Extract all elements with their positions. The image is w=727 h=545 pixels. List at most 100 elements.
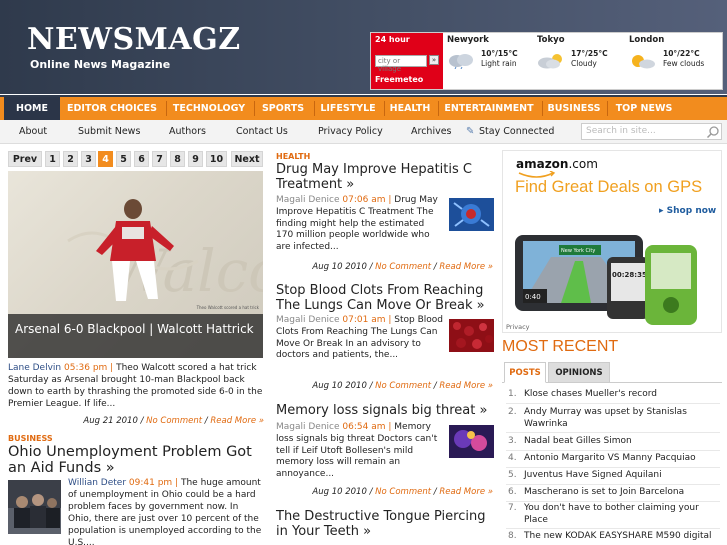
list-item[interactable]: 7. You don't have to bother claiming your… [508,502,720,526]
nav-home[interactable]: HOME [4,97,60,120]
article-title[interactable]: Drug May Improve Hepatitis C Treatment » [276,162,496,192]
article-thumbnail[interactable] [8,480,61,534]
post-footer: Aug 21 2010 / No Comment / Read More » [83,416,264,426]
list-item[interactable]: 6. Mascherano is set to Join Barcelona [508,486,720,498]
tab-posts[interactable]: POSTS [504,362,546,383]
read-more-link[interactable]: Read More » [439,262,493,272]
post-time: 07:06 am [342,195,386,205]
list-item-number: 8. [508,531,517,541]
nav-divider [438,101,439,116]
pager-page[interactable]: 2 [63,151,78,167]
author-name[interactable]: Magali Denice [276,315,340,325]
nav-business[interactable]: BUSINESS [546,97,602,120]
comments-link[interactable]: No Comment [375,487,431,497]
list-item-number: 5. [508,470,517,480]
nav2-privacy-policy[interactable]: Privacy Policy [318,120,383,143]
pager-page[interactable]: 9 [188,151,203,167]
nav2-authors[interactable]: Authors [169,120,206,143]
list-item-number: 2. [508,407,517,417]
list-divider [506,467,720,468]
weather-city-name: Tokyo [537,35,565,45]
article-title[interactable]: The Destructive Tongue Piercing in Your … [276,509,496,539]
list-item-number: 6. [508,487,517,497]
weather-condition: Light rain [481,59,517,68]
list-item[interactable]: 3. Nadal beat Gilles Simon [508,435,720,447]
pager-page[interactable]: 7 [152,151,167,167]
pager-prev[interactable]: Prev [8,151,42,167]
weather-brand[interactable]: Freemeteo [375,75,423,84]
pager-page[interactable]: 6 [134,151,149,167]
ad-brand-suffix: .com [568,157,598,171]
article-thumbnail[interactable] [449,319,494,352]
article-excerpt: Magali Denice 07:01 am | Stop Blood Clot… [276,315,444,362]
article-thumbnail[interactable] [449,198,494,231]
author-link[interactable]: Willian Deter [68,478,126,488]
read-more-link[interactable]: Read More » [439,487,493,497]
list-item[interactable]: 8. The new KODAK EASYSHARE M590 digital [508,530,720,542]
article-title[interactable]: Ohio Unemployment Problem Got an Aid Fun… [8,444,268,476]
category-label[interactable]: HEALTH [276,152,310,161]
pager-page[interactable]: 10 [206,151,227,167]
nav-lifestyle[interactable]: LIFESTYLE [318,97,378,120]
amazon-logo: amazon.com [516,157,598,171]
amazon-ad[interactable]: amazon.com Find Great Deals on GPS ▸ Sho… [502,150,722,333]
list-item[interactable]: 5. Juventus Have Signed Aquilani [508,469,720,481]
site-logo[interactable]: NEWSMAGZ [27,22,241,57]
article-title[interactable]: Memory loss signals big threat » [276,403,496,418]
article-title[interactable]: Stop Blood Clots From Reaching The Lungs… [276,283,496,313]
read-more-link[interactable]: Read More » [210,416,264,426]
list-item[interactable]: 1. Klose chases Mueller's record [508,388,720,400]
pager-next[interactable]: Next [231,151,263,167]
comments-link[interactable]: No Comment [375,262,431,272]
nav2-stay-connected-label: Stay Connected [479,126,555,137]
list-item-text: Klose chases Mueller's record [524,389,657,399]
post-footer: Aug 10 2010 / No Comment / Read More » [312,487,493,497]
nav-editor-choices[interactable]: EDITOR CHOICES [64,97,160,120]
photo-credit: Theo Walcott scored a hat trick [196,305,259,310]
pager-page[interactable]: 8 [170,151,185,167]
pager-page[interactable]: 5 [116,151,131,167]
nav-entertainment[interactable]: ENTERTAINMENT [442,97,536,120]
pager-page[interactable]: 3 [81,151,96,167]
category-label[interactable]: BUSINESS [8,434,53,443]
nav-health[interactable]: HEALTH [388,97,432,120]
cloud-sun-icon [538,54,562,69]
article-thumbnail[interactable] [449,425,494,458]
comments-link[interactable]: No Comment [146,416,202,426]
nav-top-news[interactable]: TOP NEWS [612,97,676,120]
pager-page-current[interactable]: 4 [98,151,113,167]
weather-widget: 24 hour city or village » Freemeteo Newy… [370,32,723,90]
author-link[interactable]: Lane Delvin [8,363,61,373]
weather-go-button[interactable]: » [429,55,439,65]
comments-link[interactable]: No Comment [375,381,431,391]
arrow-right-icon: ▸ [659,206,664,216]
list-item-text: Juventus Have Signed Aquilani [524,470,662,480]
list-item[interactable]: 4. Antonio Margarito VS Manny Pacquiao [508,452,720,464]
nav2-archives[interactable]: Archives [411,120,452,143]
list-item-number: 1. [508,389,517,399]
nav2-stay-connected[interactable]: ✎ Stay Connected [466,120,554,143]
ad-brand: amazon [516,157,569,171]
shop-now-link[interactable]: ▸ Shop now [659,206,716,216]
list-item[interactable]: 2. Andy Murray was upset by Stanislas Waw… [508,406,720,430]
nav-technology[interactable]: TECHNOLOGY [170,97,248,120]
featured-slide[interactable]: Walcott Theo Walcott scored a hat trick … [8,171,263,358]
search-icon[interactable] [706,125,720,139]
list-item-text: You don't have to bother claiming your P… [524,503,699,525]
author-name[interactable]: Magali Denice [276,195,340,205]
ad-privacy-link[interactable]: Privacy [506,323,530,331]
tab-opinions[interactable]: OPINIONS [548,362,610,383]
site-header: NEWSMAGZ Online News Magazine 24 hour ci… [0,0,727,94]
pager-page[interactable]: 1 [45,151,60,167]
nav2-contact-us[interactable]: Contact Us [236,120,288,143]
author-name[interactable]: Magali Denice [276,422,340,432]
search-input[interactable]: Search in site... [581,123,722,140]
meta-separator: | [110,363,114,373]
read-more-link[interactable]: Read More » [439,381,493,391]
slide-caption[interactable]: Arsenal 6-0 Blackpool | Walcott Hattrick [8,314,263,358]
nav-sports[interactable]: SPORTS [258,97,308,120]
nav2-submit-news[interactable]: Submit News [78,120,140,143]
nav2-about[interactable]: About [19,120,47,143]
ad-headline: Find Great Deals on GPS [515,178,703,196]
weather-city-input[interactable]: city or village [375,55,427,73]
